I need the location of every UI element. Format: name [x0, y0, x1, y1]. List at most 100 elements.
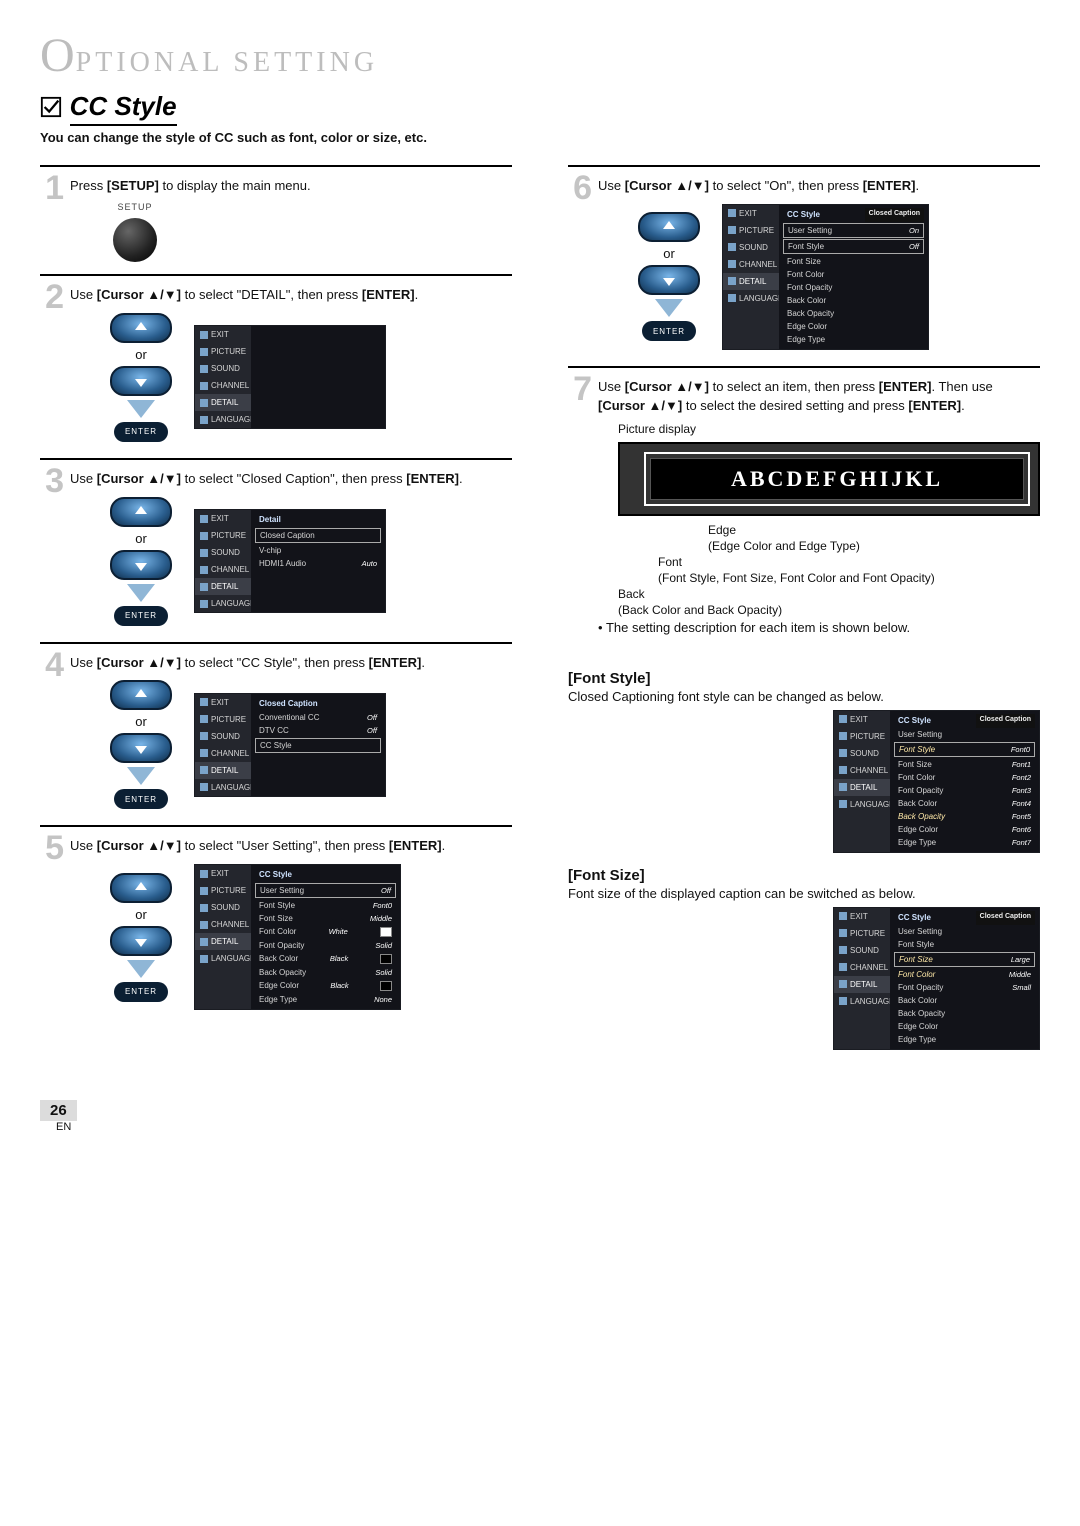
osd-setting-row: User SettingOff: [255, 883, 396, 898]
osd-setting-row: Font OpacityFont3: [894, 784, 1035, 797]
osd-menu-item: DETAIL: [723, 273, 779, 290]
osd-menu-item: CHANNEL: [195, 745, 251, 762]
chevron-down-icon: [127, 400, 155, 418]
osd-menu-item: CHANNEL: [195, 561, 251, 578]
section-title: CC Style: [70, 91, 177, 126]
osd-menu-item: CHANNEL: [834, 959, 890, 976]
osd-setting-row: Font SizeMiddle: [255, 912, 396, 925]
header-rest: PTIONAL SETTING: [76, 47, 378, 78]
osd-menu-item: PICTURE: [834, 925, 890, 942]
osd-menu-item: EXIT: [195, 326, 251, 343]
enter-button-icon: ENTER: [114, 422, 168, 442]
step-5: 5 Use [Cursor ▲/▼] to select "User Setti…: [40, 825, 512, 1026]
osd-setting-row: Font Size: [783, 255, 924, 268]
osd-screenshot: EXITPICTURESOUNDCHANNELDETAILLANGUAGECC …: [722, 204, 929, 350]
header-initial: O: [40, 29, 76, 82]
osd-menu-item: CHANNEL: [834, 762, 890, 779]
osd-setting-row: Back OpacitySolid: [255, 966, 396, 979]
osd-setting-row: Font ColorMiddle: [894, 968, 1035, 981]
osd-menu-item: PICTURE: [723, 222, 779, 239]
osd-menu-item: PICTURE: [195, 711, 251, 728]
cursor-up-icon: [110, 313, 172, 343]
step-6: 6 Use [Cursor ▲/▼] to select "On", then …: [568, 165, 1040, 366]
osd-setting-row: Edge ColorFont6: [894, 823, 1035, 836]
osd-menu-item: DETAIL: [195, 394, 251, 411]
osd-setting-row: User SettingOn: [783, 223, 924, 238]
cursor-down-icon: [110, 366, 172, 396]
osd-menu-item: SOUND: [834, 942, 890, 959]
font-size-section: [Font Size] Font size of the displayed c…: [568, 867, 1040, 1050]
osd-setting-row: Back Color: [783, 294, 924, 307]
osd-menu-item: LANGUAGE: [834, 993, 890, 1010]
cursor-keys-icon: or ENTER: [110, 497, 172, 626]
osd-menu-item: EXIT: [195, 694, 251, 711]
left-column: 1 Press [SETUP] to display the main menu…: [40, 165, 512, 1050]
osd-setting-row: Font StyleFont0: [894, 742, 1035, 757]
osd-setting-row: Font Style: [894, 938, 1035, 951]
section-intro: You can change the style of CC such as f…: [40, 130, 1040, 145]
osd-menu-item: DETAIL: [834, 976, 890, 993]
page-footer: 26 EN: [40, 1100, 1040, 1130]
page-number: 26: [40, 1100, 77, 1121]
setup-label: SETUP: [100, 202, 170, 212]
osd-setting-row: V-chip: [255, 544, 381, 557]
section-heading-row: CC Style: [40, 83, 1040, 128]
osd-screenshot: EXITPICTURESOUNDCHANNELDETAILLANGUAGECC …: [194, 864, 401, 1010]
picture-display-illustration: ABCDEFGHIJKL: [618, 442, 1040, 516]
osd-menu-item: SOUND: [195, 544, 251, 561]
osd-screenshot: EXITPICTURESOUNDCHANNELDETAILLANGUAGECC …: [833, 710, 1040, 853]
osd-setting-row: Edge Type: [783, 333, 924, 346]
osd-menu-item: SOUND: [195, 728, 251, 745]
check-box-icon: [40, 103, 70, 118]
osd-menu-item: DETAIL: [195, 762, 251, 779]
font-style-section: [Font Style] Closed Captioning font styl…: [568, 670, 1040, 853]
osd-menu-item: PICTURE: [195, 343, 251, 360]
osd-menu-item: EXIT: [195, 510, 251, 527]
osd-setting-row: User Setting: [894, 925, 1035, 938]
osd-setting-row: Font SizeFont1: [894, 758, 1035, 771]
osd-menu-item: SOUND: [723, 239, 779, 256]
picture-display-label: Picture display: [618, 422, 1040, 436]
osd-setting-row: Conventional CCOff: [255, 711, 381, 724]
osd-setting-row: Back Color: [894, 994, 1035, 1007]
sub-heading: [Font Style]: [568, 670, 1040, 687]
osd-menu-item: DETAIL: [195, 578, 251, 595]
osd-setting-row: Back ColorFont4: [894, 797, 1035, 810]
sample-caption-text: ABCDEFGHIJKL: [650, 458, 1024, 500]
step-3: 3 Use [Cursor ▲/▼] to select "Closed Cap…: [40, 458, 512, 642]
osd-menu-item: SOUND: [834, 745, 890, 762]
osd-setting-row: Back ColorBlack: [255, 952, 396, 966]
osd-menu-item: EXIT: [195, 865, 251, 882]
osd-setting-row: Font Opacity: [783, 281, 924, 294]
osd-menu-item: CHANNEL: [195, 377, 251, 394]
osd-setting-row: Back Opacity: [894, 1007, 1035, 1020]
osd-setting-row: Font OpacitySmall: [894, 981, 1035, 994]
osd-setting-row: CC Style: [255, 738, 381, 753]
osd-menu-item: CHANNEL: [723, 256, 779, 273]
setup-button-icon: [113, 218, 157, 262]
osd-setting-row: Font Color: [783, 268, 924, 281]
osd-menu-item: DETAIL: [834, 779, 890, 796]
osd-menu-item: EXIT: [834, 908, 890, 925]
osd-menu-item: EXIT: [723, 205, 779, 222]
osd-setting-row: Closed Caption: [255, 528, 381, 543]
osd-setting-row: Edge Type: [894, 1033, 1035, 1046]
osd-setting-row: DTV CCOff: [255, 724, 381, 737]
osd-screenshot: EXITPICTURESOUNDCHANNELDETAILLANGUAGEClo…: [194, 693, 386, 797]
osd-setting-row: Font SizeLarge: [894, 952, 1035, 967]
step-2: 2 Use [Cursor ▲/▼] to select "DETAIL", t…: [40, 274, 512, 458]
osd-menu-item: PICTURE: [195, 527, 251, 544]
right-column: 6 Use [Cursor ▲/▼] to select "On", then …: [568, 165, 1040, 1050]
osd-setting-row: Edge TypeFont7: [894, 836, 1035, 849]
osd-menu-item: CHANNEL: [195, 916, 251, 933]
osd-setting-row: Edge ColorBlack: [255, 979, 396, 993]
step-number: 1: [36, 169, 64, 208]
osd-setting-row: Edge TypeNone: [255, 993, 396, 1006]
osd-screenshot: EXITPICTURESOUNDCHANNELDETAILLANGUAGE: [194, 325, 386, 429]
osd-menu-item: PICTURE: [834, 728, 890, 745]
osd-menu-item: LANGUAGE: [195, 779, 251, 796]
osd-setting-row: Edge Color: [783, 320, 924, 333]
step-4: 4 Use [Cursor ▲/▼] to select "CC Style",…: [40, 642, 512, 826]
legend: Edge (Edge Color and Edge Type) Font (Fo…: [618, 522, 1040, 619]
osd-setting-row: Font StyleFont0: [255, 899, 396, 912]
